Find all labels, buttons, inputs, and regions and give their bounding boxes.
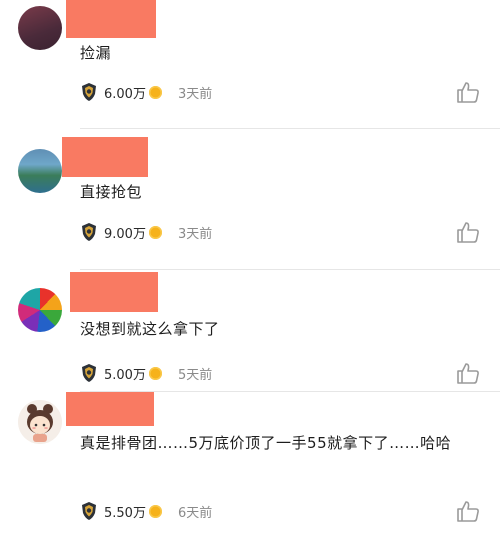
comment-text: 直接抢包 (80, 183, 143, 201)
comment-meta: 5.00万 5天前 (80, 362, 212, 384)
comment-time: 3天前 (177, 86, 213, 102)
username-redacted[interactable] (66, 392, 154, 426)
coin-icon (148, 225, 162, 239)
thumbs-up-icon[interactable] (456, 362, 480, 384)
shield-badge-icon (82, 502, 96, 520)
thumbs-up-icon[interactable] (456, 81, 480, 103)
comment-time: 6天前 (177, 505, 213, 521)
shield-badge-icon (82, 83, 96, 101)
avatar[interactable] (18, 6, 62, 50)
comment-item: 捡漏 6.00万 3天前 (0, 0, 500, 129)
coin-icon (148, 85, 162, 99)
comment-text: 真是排骨团……5万底价顶了一手55就拿下了……哈哈 (80, 434, 452, 452)
thumbs-up-icon[interactable] (456, 221, 480, 243)
comment-text: 捡漏 (80, 44, 112, 62)
username-redacted[interactable] (70, 272, 158, 312)
avatar[interactable] (18, 288, 62, 332)
bid-amount: 6.00万 (104, 86, 146, 102)
thumbs-up-icon[interactable] (456, 500, 480, 522)
comment-time: 5天前 (177, 367, 213, 383)
bid-amount: 5.00万 (104, 367, 146, 383)
coin-icon (148, 504, 162, 518)
comment-item: 真是排骨团……5万底价顶了一手55就拿下了……哈哈 5.50万 6天前 (0, 392, 500, 543)
username-redacted[interactable] (62, 137, 148, 177)
shield-badge-icon (82, 364, 96, 382)
username-redacted[interactable] (66, 0, 156, 38)
comment-item: 没想到就这么拿下了 5.00万 5天前 (0, 270, 500, 392)
coin-icon (148, 366, 162, 380)
comment-time: 3天前 (177, 226, 213, 242)
comment-meta: 6.00万 3天前 (80, 81, 212, 103)
comment-text: 没想到就这么拿下了 (80, 320, 220, 338)
cartoon-girl-icon (18, 400, 62, 444)
avatar[interactable] (18, 149, 62, 193)
comment-item: 直接抢包 9.00万 3天前 (0, 129, 500, 270)
avatar[interactable] (18, 400, 62, 444)
bid-amount: 9.00万 (104, 226, 146, 242)
comment-meta: 9.00万 3天前 (80, 221, 212, 243)
shield-badge-icon (82, 223, 96, 241)
bid-amount: 5.50万 (104, 505, 146, 521)
comment-meta: 5.50万 6天前 (80, 500, 212, 522)
